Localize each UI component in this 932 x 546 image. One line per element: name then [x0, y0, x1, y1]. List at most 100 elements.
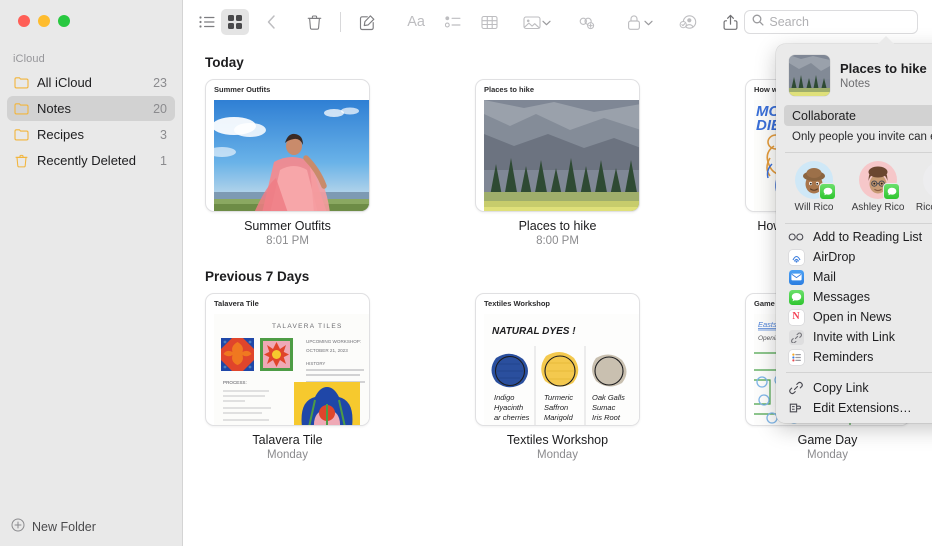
note-thumbnail-photo-woman-pink-dress: [214, 100, 369, 211]
trash-icon[interactable]: [300, 9, 328, 35]
svg-text:Hyacinth: Hyacinth: [494, 403, 523, 412]
share-popover: Places to hike Notes Collaborate Only pe…: [776, 44, 932, 423]
plus-circle-icon: [11, 518, 25, 537]
format-aa-icon[interactable]: Aa: [402, 9, 430, 35]
menu-item-label: Edit Extensions…: [813, 401, 912, 415]
news-icon: N: [788, 309, 804, 325]
note-title: Talavera Tile: [205, 433, 370, 447]
note-item-textiles-workshop[interactable]: Textiles Workshop NATURAL DYES !: [475, 293, 640, 461]
list-view-icon[interactable]: [193, 9, 221, 35]
svg-text:Turmeric: Turmeric: [544, 393, 573, 402]
popover-arrow: [877, 36, 895, 45]
note-meta: Game Day Monday: [745, 433, 910, 461]
note-card[interactable]: Textiles Workshop NATURAL DYES !: [475, 293, 640, 426]
menu-item-reminders[interactable]: Reminders: [776, 347, 932, 367]
share-icon[interactable]: [716, 9, 744, 35]
note-card[interactable]: Places to hike: [475, 79, 640, 212]
close-button[interactable]: [18, 15, 30, 27]
sidebar-item-label: Recipes: [37, 127, 160, 142]
note-item-places-to-hike[interactable]: Places to hike: [475, 79, 640, 247]
note-meta: Summer Outfits 8:01 PM: [205, 219, 370, 247]
search-placeholder: Search: [769, 15, 809, 29]
svg-text:Saffron: Saffron: [544, 403, 568, 412]
menu-item-open-in-news[interactable]: N Open in News: [776, 307, 932, 327]
chevron-down-icon[interactable]: [644, 13, 653, 31]
chevron-down-icon[interactable]: [542, 13, 551, 31]
link-icon[interactable]: [571, 9, 599, 35]
person-ashley-rico[interactable]: Ashley Rico: [847, 161, 909, 213]
checklist-icon[interactable]: [439, 9, 467, 35]
permission-row[interactable]: Only people you invite can edit: [784, 126, 932, 148]
sidebar-item-recently-deleted[interactable]: Recently Deleted 1: [7, 148, 175, 173]
menu-item-airdrop[interactable]: AirDrop: [776, 247, 932, 267]
svg-text:NATURAL DYES !: NATURAL DYES !: [492, 326, 576, 337]
svg-text:OCTOBER 21, 2023: OCTOBER 21, 2023: [306, 348, 348, 353]
note-date: Monday: [475, 449, 640, 461]
svg-text:HISTORY: HISTORY: [306, 361, 325, 366]
sidebar-item-count: 23: [153, 76, 167, 90]
sidebar-item-all-icloud[interactable]: All iCloud 23: [7, 70, 175, 95]
zoom-button[interactable]: [58, 15, 70, 27]
avatar[interactable]: [795, 161, 833, 199]
sidebar-folder-list: All iCloud 23 Notes 20 Recipes 3: [0, 70, 182, 174]
note-card[interactable]: Talavera Tile TALAVERA TILES: [205, 293, 370, 426]
person-name: Will Rico: [783, 202, 845, 213]
person-name: Ashley Rico: [847, 202, 909, 213]
note-item-summer-outfits[interactable]: Summer Outfits: [205, 79, 370, 247]
new-folder-button[interactable]: New Folder: [0, 508, 182, 546]
search-icon: [752, 13, 764, 31]
note-card-title: Summer Outfits: [206, 80, 369, 98]
svg-text:TALAVERA TILES: TALAVERA TILES: [272, 323, 343, 330]
note-item-talavera-tile[interactable]: Talavera Tile TALAVERA TILES: [205, 293, 370, 461]
note-thumbnail-talavera-tiles-sheet: TALAVERA TILES: [214, 314, 369, 425]
trash-icon: [13, 153, 30, 168]
svg-text:PROCESS:: PROCESS:: [223, 380, 247, 385]
collaborate-label: Collaborate: [792, 109, 932, 123]
menu-item-messages[interactable]: Messages: [776, 287, 932, 307]
share-item-title: Places to hike: [840, 61, 927, 76]
menu-item-label: Invite with Link: [813, 330, 895, 344]
note-meta: Talavera Tile Monday: [205, 433, 370, 461]
sidebar-item-notes[interactable]: Notes 20: [7, 96, 175, 121]
menu-item-label: Add to Reading List: [813, 230, 922, 244]
note-card-title: Textiles Workshop: [476, 294, 639, 312]
notes-app-window: iCloud All iCloud 23 Notes 20: [0, 0, 932, 546]
menu-separator: [786, 372, 932, 373]
menu-item-label: AirDrop: [813, 250, 855, 264]
minimize-button[interactable]: [38, 15, 50, 27]
gallery-view-icon[interactable]: [221, 9, 249, 35]
note-date: Monday: [205, 449, 370, 461]
menu-item-label: Messages: [813, 290, 870, 304]
menu-item-copy-link[interactable]: Copy Link: [776, 378, 932, 398]
reading-list-icon: [788, 229, 804, 245]
table-icon[interactable]: [475, 9, 503, 35]
search-input[interactable]: Search: [744, 10, 918, 34]
menu-item-add-to-reading-list[interactable]: Add to Reading List: [776, 227, 932, 247]
collaborate-dropdown[interactable]: Collaborate: [784, 105, 932, 126]
svg-text:UPCOMING WORKSHOP:: UPCOMING WORKSHOP:: [306, 339, 361, 344]
menu-item-mail[interactable]: Mail: [776, 267, 932, 287]
person-will-rico[interactable]: Will Rico: [783, 161, 845, 213]
main-panel: Aa: [183, 0, 932, 546]
avatar[interactable]: [923, 161, 932, 199]
note-meta: Places to hike 8:00 PM: [475, 219, 640, 247]
sidebar-item-count: 1: [160, 154, 167, 168]
note-thumbnail-photo-mountain-forest: [484, 100, 639, 211]
sidebar-item-recipes[interactable]: Recipes 3: [7, 122, 175, 147]
svg-text:ar cherries: ar cherries: [494, 413, 530, 422]
messages-badge-icon: [883, 183, 900, 200]
back-chevron-icon[interactable]: [258, 9, 286, 35]
svg-text:Marigold: Marigold: [544, 413, 574, 422]
note-card[interactable]: Summer Outfits: [205, 79, 370, 212]
menu-item-invite-with-link[interactable]: Invite with Link: [776, 327, 932, 347]
messages-icon: [788, 289, 804, 305]
invite-link-icon: [788, 329, 804, 345]
mail-icon: [788, 269, 804, 285]
avatar[interactable]: [859, 161, 897, 199]
person-rico-family[interactable]: Rico Family: [911, 161, 932, 213]
svg-text:Indigo: Indigo: [494, 393, 514, 402]
collaborate-icon[interactable]: [674, 9, 702, 35]
compose-icon[interactable]: [353, 9, 381, 35]
menu-item-edit-extensions[interactable]: Edit Extensions…: [776, 398, 932, 418]
toolbar: Aa: [183, 0, 932, 44]
